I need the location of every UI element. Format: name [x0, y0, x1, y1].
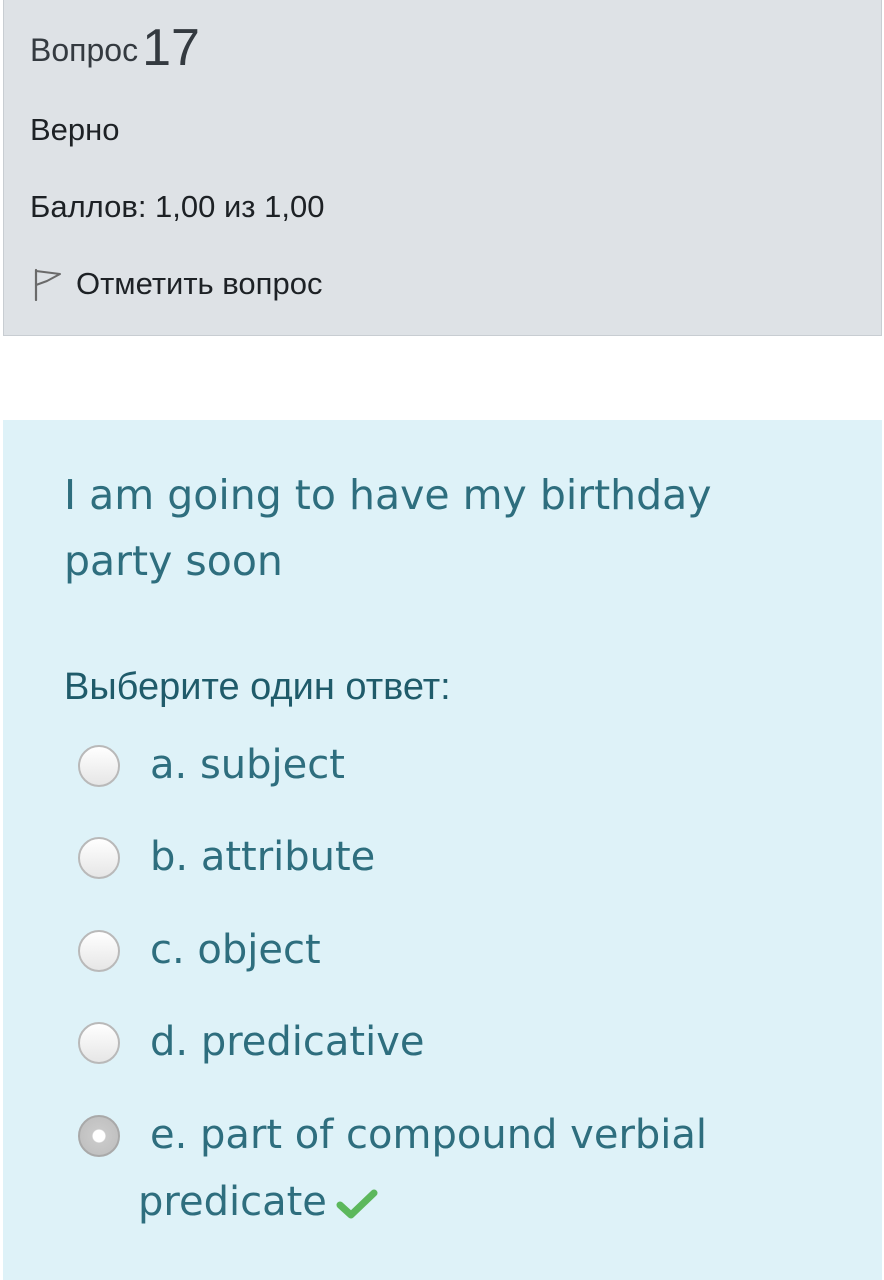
answer-option-e-label-line2-text: predicate [138, 1179, 327, 1225]
question-info-panel: Вопрос17 Верно Баллов: 1,00 из 1,00 Отме… [3, 0, 882, 336]
question-label: Вопрос [30, 32, 139, 68]
answer-option-a-label: a. subject [150, 742, 345, 788]
flag-icon [34, 268, 61, 301]
question-grade: Баллов: 1,00 из 1,00 [30, 189, 325, 224]
question-content-panel: I am going to have my birthday party soo… [3, 420, 882, 1280]
radio-option-a[interactable] [78, 745, 120, 787]
question-text: I am going to have my birthday party soo… [64, 471, 712, 585]
radio-option-e[interactable] [78, 1115, 120, 1157]
checkmark-icon [336, 1189, 378, 1219]
answer-option-b-label: b. attribute [150, 834, 376, 880]
answer-option-d-label: d. predicative [150, 1019, 425, 1065]
question-number-value: 17 [142, 19, 200, 77]
radio-option-c[interactable] [78, 930, 120, 972]
answer-option-e-label-line1: e. part of compound verbial [150, 1112, 708, 1158]
radio-option-b[interactable] [78, 837, 120, 879]
question-state: Верно [30, 112, 120, 147]
radio-option-d[interactable] [78, 1022, 120, 1064]
flag-question-link[interactable]: Отметить вопрос [30, 266, 322, 302]
flag-question-label: Отметить вопрос [76, 266, 323, 301]
answer-option-e-label-line2: predicate [138, 1170, 379, 1234]
answer-prompt: Выберите один ответ: [64, 666, 451, 708]
answer-option-c-label: c. object [150, 927, 321, 973]
question-number: Вопрос17 [30, 22, 200, 74]
